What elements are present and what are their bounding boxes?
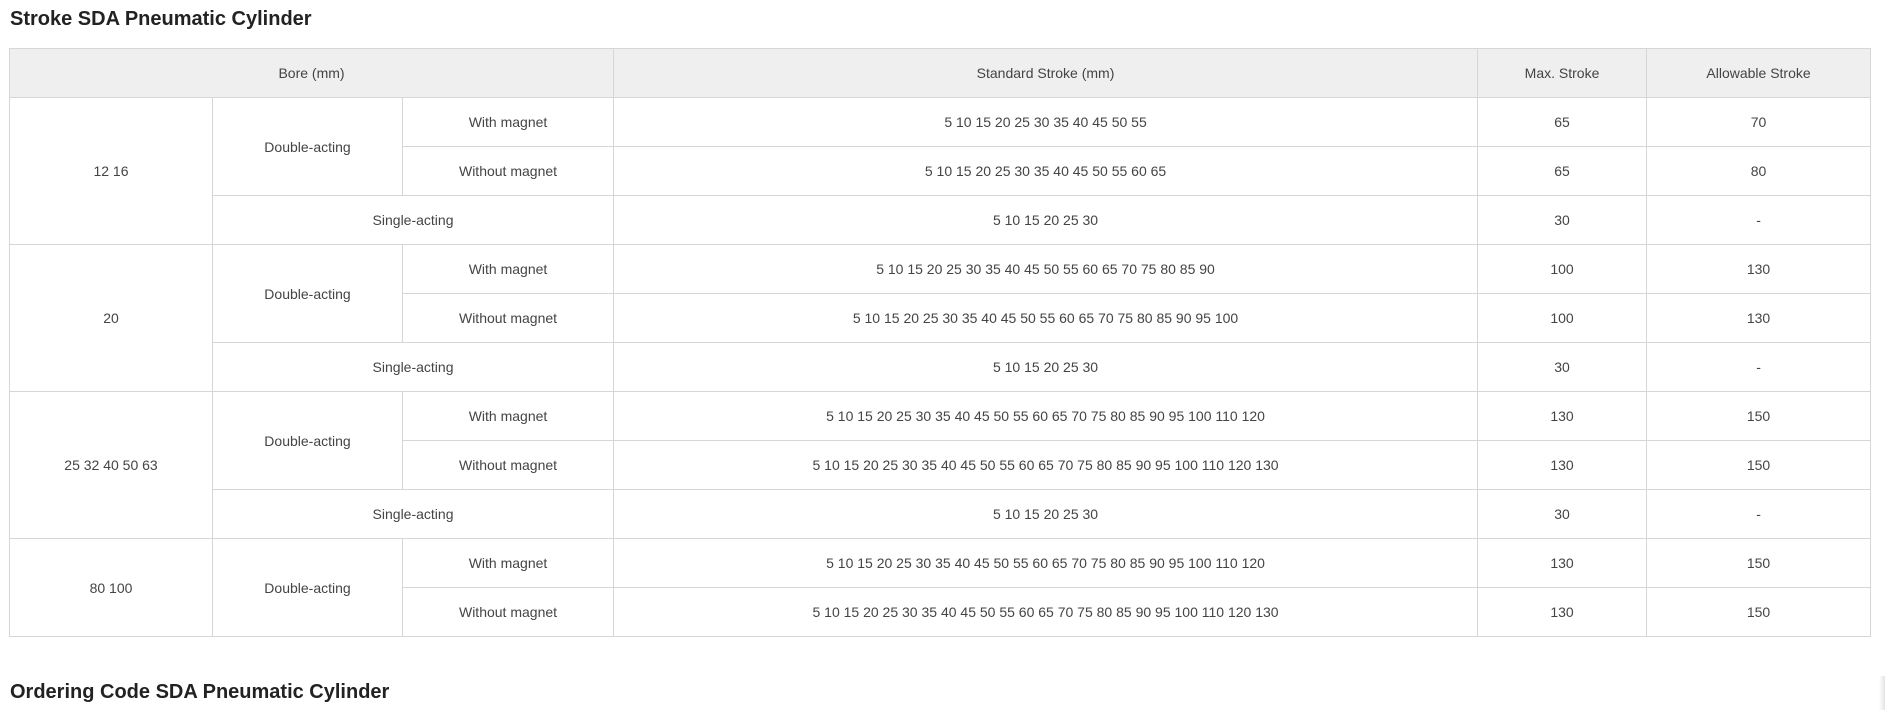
magnet-cell: Without magnet	[401, 293, 615, 343]
header-allowable-stroke: Allowable Stroke	[1646, 48, 1872, 98]
action-type-cell: Double-acting	[212, 391, 403, 490]
table-row: 25 32 40 50 63 Double-acting With magnet…	[9, 391, 1872, 539]
allowable-stroke-cell: 150	[1646, 538, 1872, 588]
action-type-cell: Single-acting	[211, 195, 615, 245]
bore-cell: 12 16	[9, 97, 213, 245]
standard-stroke-cell: 5 10 15 20 25 30 35 40 45 50 55 60 65 70…	[613, 538, 1479, 588]
max-stroke-cell: 30	[1477, 195, 1648, 245]
action-type-cell: Single-acting	[211, 342, 615, 392]
table-row: 80 100 Double-acting With magnet 5 10 15…	[9, 538, 1872, 637]
max-stroke-cell: 130	[1477, 391, 1648, 441]
table-row: Single-acting 5 10 15 20 25 30 30 -	[10, 195, 1872, 245]
stroke-table: Bore (mm) Standard Stroke (mm) Max. Stro…	[8, 48, 1872, 637]
header-standard-stroke: Standard Stroke (mm)	[613, 48, 1479, 98]
allowable-stroke-cell: 150	[1646, 587, 1872, 637]
allowable-stroke-cell: 150	[1646, 391, 1872, 441]
magnet-cell: Without magnet	[401, 146, 615, 196]
header-bore: Bore (mm)	[8, 48, 615, 98]
action-type-cell: Single-acting	[211, 489, 615, 539]
action-type-cell: Double-acting	[212, 244, 403, 343]
standard-stroke-cell: 5 10 15 20 25 30	[613, 195, 1479, 245]
allowable-stroke-cell: 130	[1646, 244, 1872, 294]
bore-cell: 80 100	[9, 538, 213, 637]
allowable-stroke-cell: -	[1646, 489, 1872, 539]
max-stroke-cell: 65	[1477, 146, 1648, 196]
header-max-stroke: Max. Stroke	[1477, 48, 1648, 98]
stroke-section-title: Stroke SDA Pneumatic Cylinder	[10, 8, 312, 30]
standard-stroke-cell: 5 10 15 20 25 30 35 40 45 50 55 60 65 70…	[613, 440, 1479, 490]
magnet-cell: With magnet	[401, 97, 615, 147]
max-stroke-cell: 100	[1477, 244, 1648, 294]
magnet-cell: With magnet	[401, 391, 615, 441]
max-stroke-cell: 130	[1477, 440, 1648, 490]
standard-stroke-cell: 5 10 15 20 25 30	[613, 342, 1479, 392]
allowable-stroke-cell: -	[1646, 195, 1872, 245]
table-row: Single-acting 5 10 15 20 25 30 30 -	[10, 342, 1872, 392]
max-stroke-cell: 65	[1477, 97, 1648, 147]
magnet-cell: With magnet	[401, 244, 615, 294]
standard-stroke-cell: 5 10 15 20 25 30 35 40 45 50 55 60 65 70…	[613, 244, 1479, 294]
max-stroke-cell: 30	[1477, 489, 1648, 539]
max-stroke-cell: 30	[1477, 342, 1648, 392]
allowable-stroke-cell: 130	[1646, 293, 1872, 343]
standard-stroke-cell: 5 10 15 20 25 30	[613, 489, 1479, 539]
page-edge-shadow	[1879, 676, 1885, 710]
max-stroke-cell: 130	[1477, 587, 1648, 637]
table-header-row: Bore (mm) Standard Stroke (mm) Max. Stro…	[8, 48, 1872, 98]
table-row: 12 16 Double-acting With magnet 5 10 15 …	[9, 97, 1872, 245]
action-type-cell: Double-acting	[212, 538, 403, 637]
bore-cell: 25 32 40 50 63	[9, 391, 213, 539]
magnet-cell: Without magnet	[401, 587, 615, 637]
allowable-stroke-cell: -	[1646, 342, 1872, 392]
standard-stroke-cell: 5 10 15 20 25 30 35 40 45 50 55 60 65	[613, 146, 1479, 196]
standard-stroke-cell: 5 10 15 20 25 30 35 40 45 50 55 60 65 70…	[613, 293, 1479, 343]
table-row: Single-acting 5 10 15 20 25 30 30 -	[10, 489, 1872, 539]
ordering-section-title: Ordering Code SDA Pneumatic Cylinder	[10, 681, 390, 703]
magnet-cell: Without magnet	[401, 440, 615, 490]
standard-stroke-cell: 5 10 15 20 25 30 35 40 45 50 55 60 65 70…	[613, 587, 1479, 637]
max-stroke-cell: 100	[1477, 293, 1648, 343]
standard-stroke-cell: 5 10 15 20 25 30 35 40 45 50 55	[613, 97, 1479, 147]
allowable-stroke-cell: 70	[1646, 97, 1872, 147]
max-stroke-cell: 130	[1477, 538, 1648, 588]
allowable-stroke-cell: 150	[1646, 440, 1872, 490]
table-row: 20 Double-acting With magnet 5 10 15 20 …	[9, 244, 1872, 392]
standard-stroke-cell: 5 10 15 20 25 30 35 40 45 50 55 60 65 70…	[613, 391, 1479, 441]
bore-cell: 20	[9, 244, 213, 392]
allowable-stroke-cell: 80	[1646, 146, 1872, 196]
action-type-cell: Double-acting	[212, 97, 403, 196]
magnet-cell: With magnet	[401, 538, 615, 588]
